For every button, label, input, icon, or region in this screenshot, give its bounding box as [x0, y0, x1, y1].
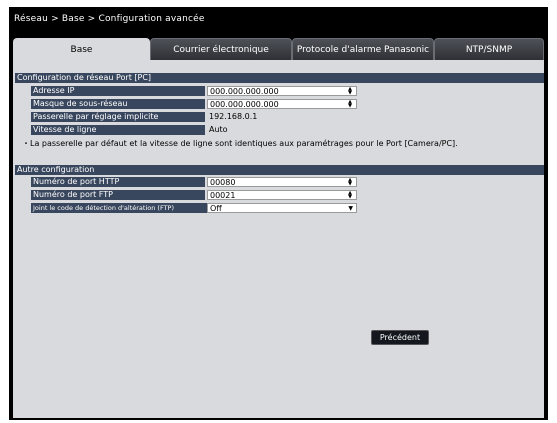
network-note: ・La passerelle par défaut et la vitesse … — [22, 139, 458, 148]
tab-email[interactable]: Courrier électronique — [150, 38, 292, 60]
gateway-value: 192.168.0.1 — [209, 112, 258, 121]
tamper-detection-dropdown[interactable]: Off ▼ — [207, 203, 357, 213]
subnet-mask-value: 000.000.000.000 — [210, 100, 279, 109]
http-port-field[interactable]: 00080 ▲ ▼ — [207, 177, 357, 187]
gateway-label: Passerelle par réglage implicite — [31, 112, 205, 122]
spin-arrows-icon[interactable]: ▲ ▼ — [345, 191, 355, 200]
ftp-port-value: 00021 — [210, 191, 236, 200]
line-speed-value: Auto — [209, 125, 228, 134]
network-section-header: Configuration de réseau Port [PC] — [15, 73, 544, 83]
spin-arrows-icon[interactable]: ▲ ▼ — [345, 178, 355, 187]
line-speed-label: Vitesse de ligne — [31, 125, 205, 135]
http-port-label: Numéro de port HTTP — [31, 177, 205, 187]
spin-arrows-icon[interactable]: ▲ ▼ — [345, 100, 355, 109]
subnet-mask-field[interactable]: 000.000.000.000 ▲ ▼ — [207, 99, 357, 109]
subnet-mask-label: Masque de sous-réseau — [31, 99, 205, 109]
spin-arrows-icon[interactable]: ▲ ▼ — [345, 87, 355, 96]
tamper-detection-label: Joint le code de détection d'altération … — [31, 203, 207, 213]
ip-address-field[interactable]: 000.000.000.000 ▲ ▼ — [207, 86, 357, 96]
tab-base[interactable]: Base — [13, 38, 150, 60]
other-section-header: Autre configuration — [15, 165, 544, 175]
ftp-port-label: Numéro de port FTP — [31, 190, 205, 200]
tamper-detection-value: Off — [210, 204, 222, 213]
tab-ntp-snmp[interactable]: NTP/SNMP — [434, 38, 544, 60]
ip-address-value: 000.000.000.000 — [210, 87, 279, 96]
breadcrumb: Réseau > Base > Configuration avancée — [14, 14, 205, 24]
tab-bar: Base Courrier électronique Protocole d'a… — [9, 38, 548, 60]
chevron-down-icon: ▼ — [348, 205, 353, 212]
ip-address-label: Adresse IP — [31, 86, 205, 96]
ftp-port-field[interactable]: 00021 ▲ ▼ — [207, 190, 357, 200]
back-button[interactable]: Précédent — [371, 330, 429, 345]
http-port-value: 00080 — [210, 178, 236, 187]
tab-panasonic-alarm[interactable]: Protocole d'alarme Panasonic — [292, 38, 434, 60]
